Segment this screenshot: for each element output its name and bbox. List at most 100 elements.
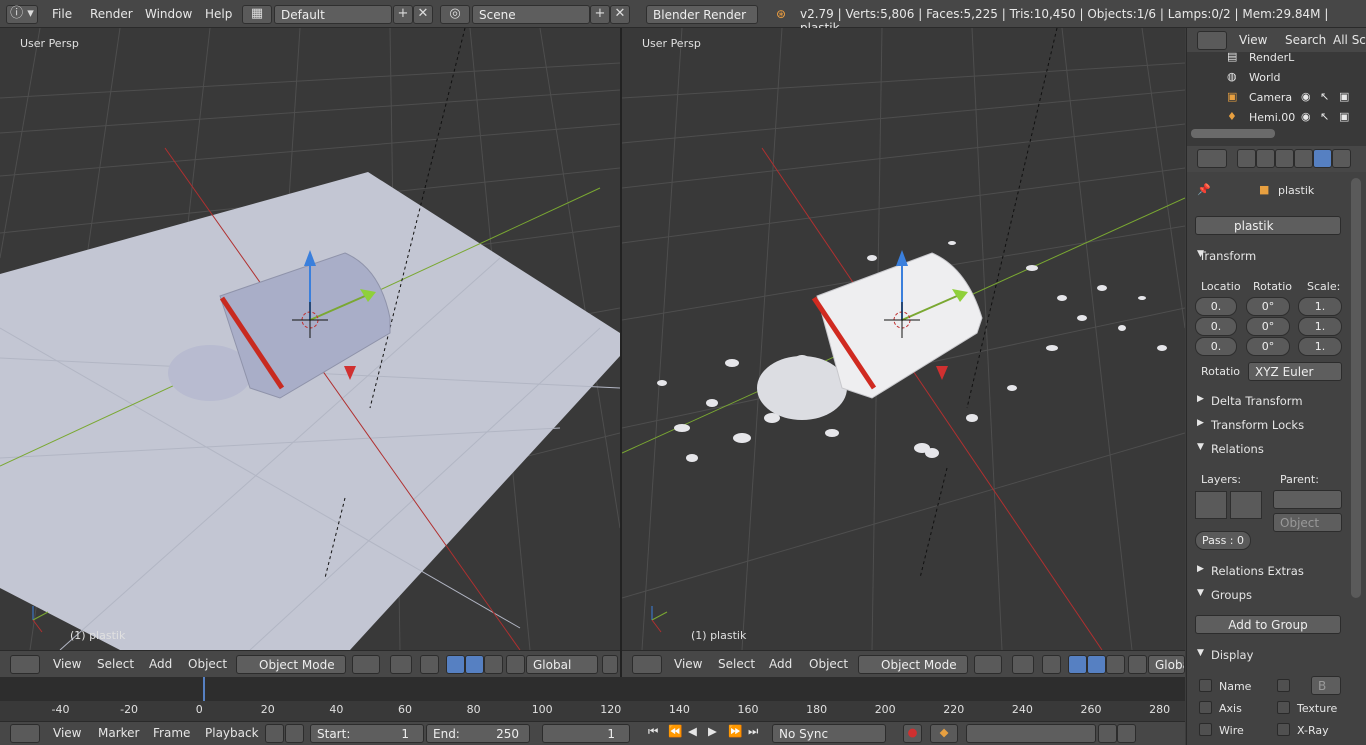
viewport-shading-icon[interactable]	[352, 655, 380, 674]
panel-transform[interactable]: Transform ▼	[1191, 245, 1353, 267]
panel-toggle-arrow-icon[interactable]: ▼	[1197, 249, 1204, 259]
orientation-select[interactable]: Globa	[1148, 655, 1185, 674]
pin-icon[interactable]: 📌	[1197, 183, 1211, 196]
delete-keyframe-icon[interactable]	[1117, 724, 1136, 743]
viewport-left[interactable]: User Persp (1) plastik	[0, 28, 620, 650]
add-scene-icon[interactable]: +	[590, 5, 610, 24]
panel-toggle-arrow-icon[interactable]: ▶	[1197, 564, 1204, 574]
panel-delta-transform[interactable]: Delta Transform ▶	[1191, 390, 1353, 412]
menu-help[interactable]: Help	[205, 7, 232, 21]
menu-view[interactable]: View	[53, 726, 81, 740]
bounds-type-select[interactable]: B	[1311, 676, 1341, 695]
keying-set-icon[interactable]: ◆	[930, 724, 958, 743]
menu-view[interactable]: View	[674, 657, 702, 671]
panel-transform-locks[interactable]: Transform Locks ▶	[1191, 414, 1353, 436]
panel-relations[interactable]: Relations ▼	[1191, 438, 1353, 460]
scale-y-field[interactable]: 1.	[1298, 317, 1342, 336]
current-frame-field[interactable]: 1	[542, 724, 630, 743]
panel-toggle-arrow-icon[interactable]: ▼	[1197, 588, 1204, 598]
parent-field[interactable]	[1273, 490, 1342, 509]
jump-end-icon[interactable]: ⏭	[748, 724, 767, 743]
pivot-icon[interactable]	[390, 655, 412, 674]
rotation-y-field[interactable]: 0°	[1246, 317, 1290, 336]
scale-x-field[interactable]: 1.	[1298, 297, 1342, 316]
outliner-scrollbar[interactable]	[1191, 129, 1275, 138]
translate-icon[interactable]	[1068, 655, 1087, 674]
menu-render[interactable]: Render	[90, 7, 133, 21]
menu-playback[interactable]: Playback	[205, 726, 259, 740]
rotation-mode-select[interactable]: XYZ Euler	[1248, 362, 1342, 381]
layers-grid-b[interactable]	[1230, 491, 1262, 519]
pivot-icon[interactable]	[1012, 655, 1034, 674]
layers-icon[interactable]	[602, 655, 618, 674]
jump-keyframe-back-icon[interactable]: ⏪	[668, 724, 687, 743]
menu-search[interactable]: Search	[1285, 33, 1326, 47]
sync-select[interactable]: No Sync	[772, 724, 886, 743]
scale-icon[interactable]	[1106, 655, 1125, 674]
transform-orientation-icon[interactable]	[506, 655, 525, 674]
render-layers-tab-icon[interactable]	[1256, 149, 1275, 168]
editor-type-icon[interactable]	[10, 724, 40, 743]
record-icon[interactable]: ●	[903, 724, 922, 743]
cursor-icon[interactable]: ↖	[1320, 90, 1329, 103]
display-mode-select[interactable]: All Sc	[1333, 33, 1366, 47]
editor-type-icon[interactable]	[1197, 149, 1227, 168]
translate-icon[interactable]	[446, 655, 465, 674]
display-xray-checkbox[interactable]	[1277, 723, 1290, 736]
orientation-select[interactable]: Global	[526, 655, 598, 674]
rotate-icon[interactable]	[465, 655, 484, 674]
panel-toggle-arrow-icon[interactable]: ▶	[1197, 418, 1204, 428]
display-texture-checkbox[interactable]	[1277, 701, 1290, 714]
rotation-x-field[interactable]: 0°	[1246, 297, 1290, 316]
scene-icon[interactable]: ◎	[440, 5, 470, 24]
panel-toggle-arrow-icon[interactable]: ▶	[1197, 394, 1204, 404]
render-icon[interactable]: ▣	[1339, 90, 1349, 103]
panel-relations-extras[interactable]: Relations Extras ▶	[1191, 560, 1353, 582]
world-tab-icon[interactable]	[1294, 149, 1313, 168]
scale-z-field[interactable]: 1.	[1298, 337, 1342, 356]
current-frame-marker[interactable]	[203, 677, 205, 701]
rotate-icon[interactable]	[1087, 655, 1106, 674]
menu-window[interactable]: Window	[145, 7, 192, 21]
render-icon[interactable]: ▣	[1339, 110, 1349, 123]
end-frame-field[interactable]: End: 250	[426, 724, 530, 743]
manipulator-icon[interactable]	[1042, 655, 1061, 674]
menu-file[interactable]: File	[52, 7, 72, 21]
display-bounds-checkbox[interactable]	[1277, 679, 1290, 692]
eye-icon[interactable]: ◉	[1301, 110, 1311, 123]
screen-layout-icon[interactable]: ▦	[242, 5, 272, 24]
menu-marker[interactable]: Marker	[98, 726, 139, 740]
menu-view[interactable]: View	[1239, 33, 1267, 47]
outliner-item[interactable]: ◍ World	[1187, 68, 1366, 88]
panel-toggle-arrow-icon[interactable]: ▼	[1197, 648, 1204, 658]
editor-type-icon[interactable]	[632, 655, 662, 674]
info-editor-type-icon[interactable]: ⓘ ▾	[6, 5, 38, 24]
editor-type-icon[interactable]	[10, 655, 40, 674]
insert-keyframe-icon[interactable]	[1098, 724, 1117, 743]
panel-display[interactable]: Display ▼	[1191, 644, 1353, 666]
properties-scrollbar[interactable]	[1351, 178, 1361, 598]
display-axis-checkbox[interactable]	[1199, 701, 1212, 714]
manipulator-icon[interactable]	[420, 655, 439, 674]
menu-object[interactable]: Object	[809, 657, 848, 671]
menu-frame[interactable]: Frame	[153, 726, 190, 740]
viewport-right-rendered[interactable]: User Persp (1) plastik	[622, 28, 1185, 650]
viewport-shading-icon[interactable]	[974, 655, 1002, 674]
add-to-group-button[interactable]: Add to Group	[1195, 615, 1341, 634]
menu-view[interactable]: View	[53, 657, 81, 671]
location-x-field[interactable]: 0.	[1195, 297, 1237, 316]
add-layout-icon[interactable]: +	[393, 5, 413, 24]
rotation-z-field[interactable]: 0°	[1246, 337, 1290, 356]
location-z-field[interactable]: 0.	[1195, 337, 1237, 356]
delete-layout-icon[interactable]: ✕	[413, 5, 433, 24]
timeline-strip[interactable]	[0, 677, 1185, 701]
display-name-checkbox[interactable]	[1199, 679, 1212, 692]
mode-select[interactable]: Object Mode	[858, 655, 968, 674]
cursor-icon[interactable]: ↖	[1320, 110, 1329, 123]
mode-select[interactable]: Object Mode	[236, 655, 346, 674]
outliner-item[interactable]: ♦ Hemi.00 ◉ ↖ ▣	[1187, 108, 1366, 128]
start-frame-field[interactable]: Start: 1	[310, 724, 424, 743]
jump-keyframe-forward-icon[interactable]: ⏩	[728, 724, 747, 743]
pass-index-field[interactable]: Pass : 0	[1195, 531, 1251, 550]
jump-start-icon[interactable]: ⏮	[648, 724, 667, 743]
